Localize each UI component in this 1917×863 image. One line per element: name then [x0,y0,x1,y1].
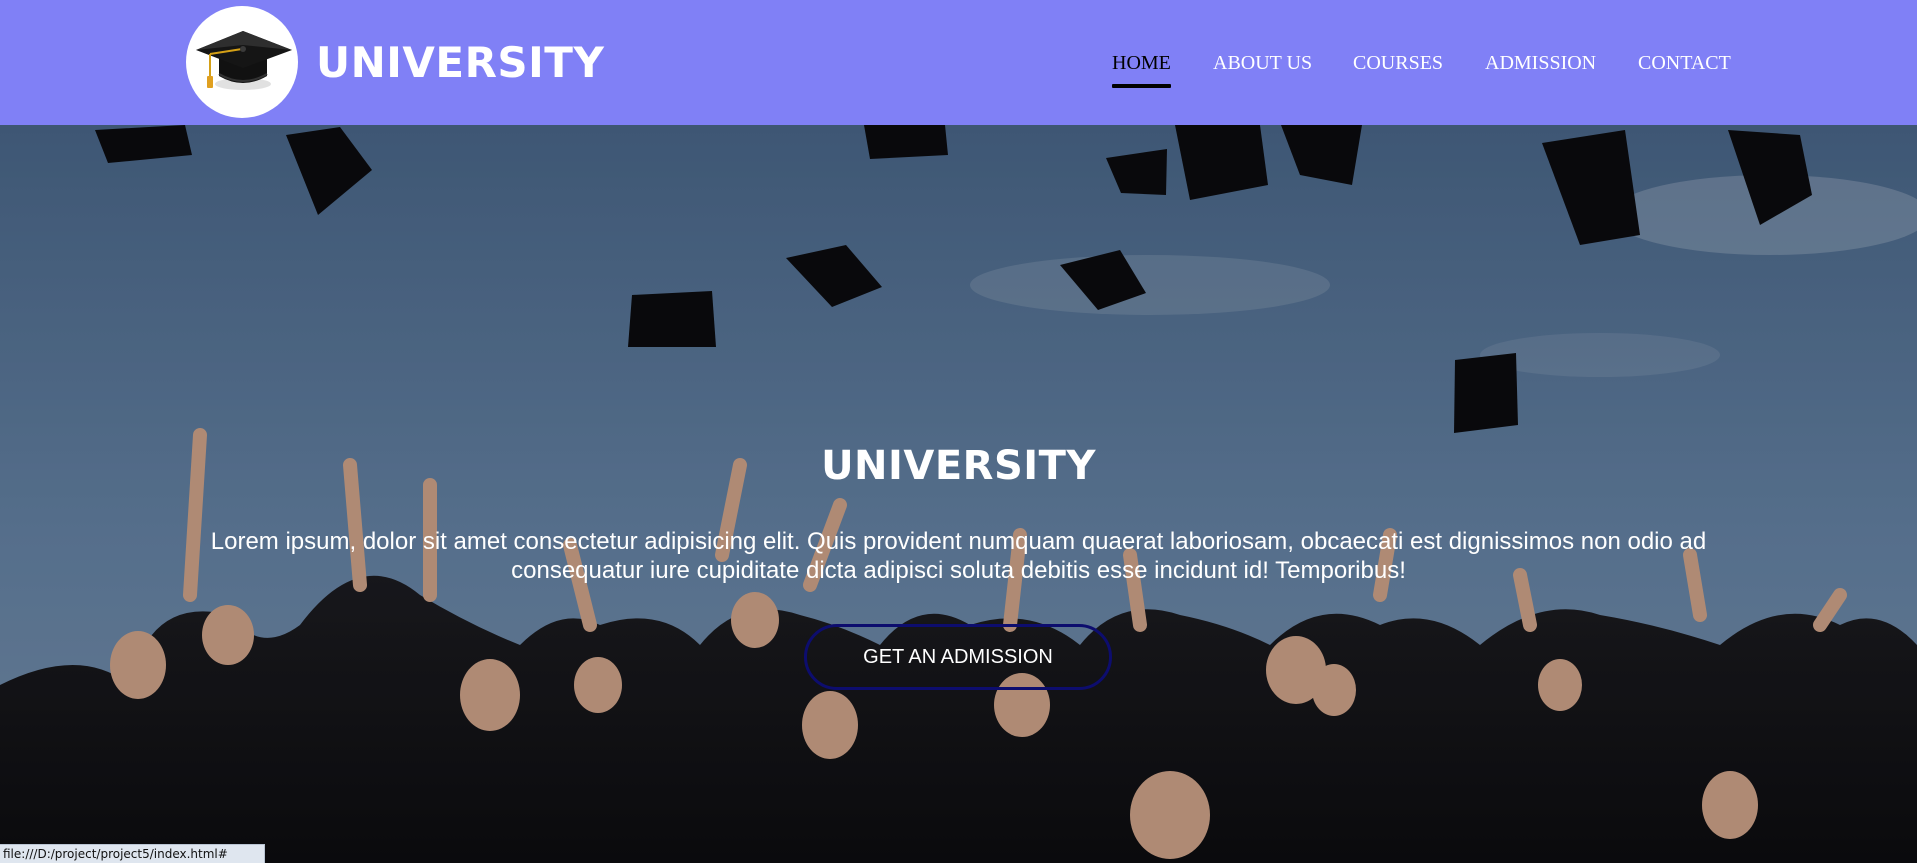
hero-description: Lorem ipsum, dolor sit amet consectetur … [210,528,1707,584]
browser-status-bar: file:///D:/project/project5/index.html# [0,844,265,863]
logo[interactable] [186,6,298,118]
active-nav-indicator [1112,84,1171,88]
navbar: UNIVERSITY HOME ABOUT US COURSES ADMISSI… [0,0,1917,125]
hero-section: UNIVERSITY Lorem ipsum, dolor sit amet c… [0,125,1917,863]
hero-overlay [0,125,1917,863]
nav-home[interactable]: HOME [1112,50,1171,76]
hero-title: UNIVERSITY [821,443,1096,489]
nav-courses[interactable]: COURSES [1353,50,1443,76]
brand-title[interactable]: UNIVERSITY [316,36,604,90]
graduation-cap-icon [196,31,292,90]
nav-about-us[interactable]: ABOUT US [1213,50,1312,76]
get-admission-button[interactable]: GET AN ADMISSION [804,624,1112,690]
nav-admission[interactable]: ADMISSION [1485,50,1596,76]
nav-contact[interactable]: CONTACT [1638,50,1731,76]
